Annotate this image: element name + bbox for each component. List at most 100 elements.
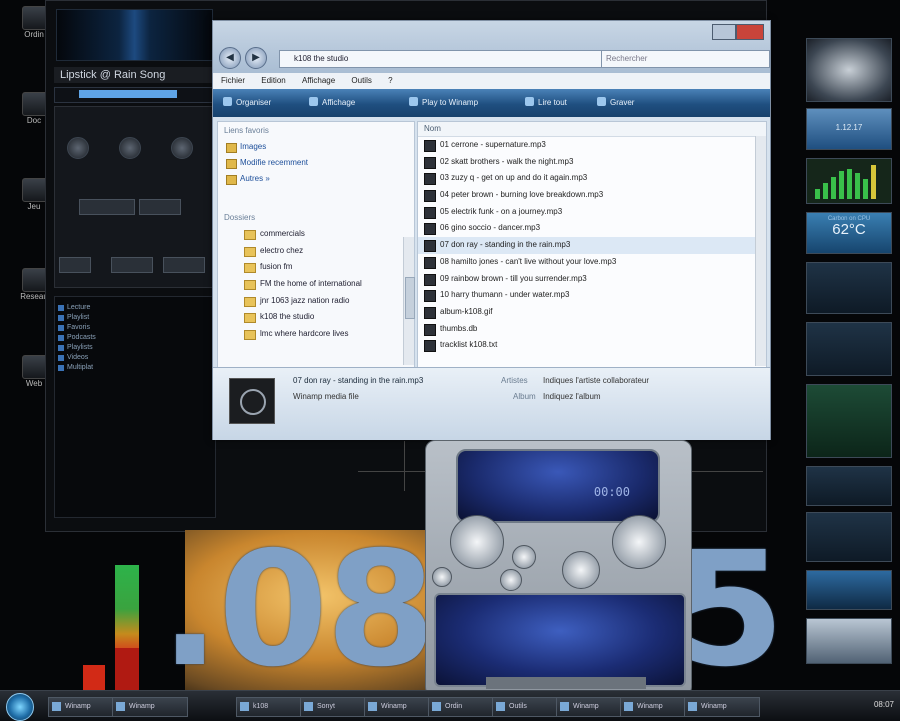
seek-bar-fill	[79, 90, 177, 98]
volume-knob[interactable]	[67, 137, 89, 159]
folder-item[interactable]: k108 the studio	[218, 309, 414, 326]
drive-gadget[interactable]	[806, 512, 892, 562]
equalizer-display	[434, 593, 686, 687]
file-row[interactable]: 02 skatt brothers - walk the night.mp3	[418, 154, 766, 171]
meter-bar	[831, 177, 836, 199]
command-bar: Organiser Affichage Play to Winamp Lire …	[213, 89, 770, 117]
folder-item[interactable]: jnr 1063 jazz nation radio	[218, 293, 414, 310]
details-type: Winamp media file	[293, 392, 359, 401]
burn-button[interactable]: Graver	[597, 97, 634, 107]
tree-item[interactable]: Favoris	[55, 323, 215, 333]
address-bar[interactable]: k108 the studio	[279, 50, 611, 68]
tree-item[interactable]: Playlists	[55, 343, 215, 353]
file-row[interactable]: tracklist k108.txt	[418, 337, 766, 354]
pause-button[interactable]	[512, 545, 536, 569]
stop-button[interactable]	[500, 569, 522, 591]
details-filename: 07 don ray - standing in the rain.mp3	[293, 376, 424, 385]
close-button[interactable]	[736, 24, 764, 40]
date-gadget[interactable]: 1.12.17	[806, 108, 892, 150]
back-button[interactable]: ◀	[219, 47, 241, 69]
file-row[interactable]: 10 harry thumann - under water.mp3	[418, 287, 766, 304]
tree-item[interactable]: Playlist	[55, 313, 215, 323]
folders-scrollbar[interactable]	[403, 237, 415, 365]
organize-button[interactable]: Organiser	[223, 97, 271, 107]
clock-gadget[interactable]	[806, 38, 892, 102]
disk-gadget[interactable]	[806, 466, 892, 506]
details-album-value[interactable]: Indiquez l'album	[543, 392, 601, 401]
nav-link-more[interactable]: Autres »	[218, 171, 414, 187]
file-row[interactable]: 07 don ray - standing in the rain.mp3	[418, 237, 766, 254]
audio-meter-gadget[interactable]	[806, 158, 892, 204]
folder-item[interactable]: fusion fm	[218, 259, 414, 276]
seek-bar[interactable]	[54, 87, 216, 103]
nav-ring-button[interactable]	[612, 515, 666, 569]
menu-item[interactable]: Fichier	[221, 76, 245, 85]
mini-player: 00:00	[425, 440, 692, 697]
forward-button[interactable]: ▶	[245, 47, 267, 69]
menu-item[interactable]: Edition	[261, 76, 285, 85]
winamp-controls-panel	[54, 106, 216, 288]
cpu-gadget[interactable]	[806, 262, 892, 314]
file-row[interactable]: 09 rainbow brown - till you surrender.mp…	[418, 271, 766, 288]
details-artist-label: Artistes	[501, 376, 528, 385]
minimize-button[interactable]	[712, 24, 736, 40]
system-clock[interactable]: 08:07	[874, 700, 894, 709]
file-row[interactable]: 01 cerrone - supernature.mp3	[418, 137, 766, 154]
file-row[interactable]: album-k108.gif	[418, 304, 766, 321]
file-row[interactable]: 06 gino soccio - dancer.mp3	[418, 220, 766, 237]
file-list-scrollbar[interactable]	[755, 136, 766, 366]
file-row[interactable]: 08 hamilto jones - can't live without yo…	[418, 254, 766, 271]
menu-item[interactable]: Affichage	[302, 76, 335, 85]
eject-button[interactable]	[432, 567, 452, 587]
file-row[interactable]: thumbs.db	[418, 321, 766, 338]
divider	[404, 441, 405, 491]
prev-ring-button[interactable]	[450, 515, 504, 569]
meter-bar	[839, 171, 844, 199]
recycle-bin-gadget[interactable]	[806, 618, 892, 664]
nav-link-recent[interactable]: Modifie recemment	[218, 155, 414, 171]
folders-header[interactable]: Dossiers	[218, 209, 414, 226]
memory-gadget[interactable]	[806, 322, 892, 376]
eq-button[interactable]	[79, 199, 135, 215]
views-button[interactable]: Affichage	[309, 97, 355, 107]
folder-item[interactable]: lmc where hardcore lives	[218, 326, 414, 343]
battery-gadget[interactable]	[806, 570, 892, 610]
start-button[interactable]	[6, 693, 34, 721]
play-button[interactable]	[562, 551, 600, 589]
column-header-name[interactable]: Nom	[418, 122, 766, 137]
details-pane: 07 don ray - standing in the rain.mp3 Wi…	[213, 367, 770, 440]
menu-item[interactable]: Outils	[351, 76, 371, 85]
disc-icon	[240, 389, 266, 415]
file-row[interactable]: 04 peter brown - burning love breakdown.…	[418, 187, 766, 204]
meter-bar	[863, 179, 868, 199]
network-gadget[interactable]	[806, 384, 892, 458]
details-artist-value[interactable]: Indiques l'artiste collaborateur	[543, 376, 649, 385]
taskbar-button[interactable]: Winamp	[112, 697, 188, 717]
play-to-winamp-button[interactable]: Play to Winamp	[409, 97, 478, 107]
menu-item[interactable]: ?	[388, 76, 392, 85]
search-input[interactable]: Rechercher	[601, 50, 770, 68]
folder-item[interactable]: FM the home of international	[218, 276, 414, 293]
stop-button[interactable]	[163, 257, 205, 273]
play-button[interactable]	[111, 257, 153, 273]
folder-item[interactable]: commercials	[218, 226, 414, 243]
navigation-pane: Liens favoris Images Modifie recemment A…	[217, 121, 415, 368]
nav-link-images[interactable]: Images	[218, 139, 414, 155]
prev-button[interactable]	[59, 257, 91, 273]
eq-knob[interactable]	[171, 137, 193, 159]
tree-item[interactable]: Lecture	[55, 303, 215, 313]
folder-item[interactable]: electro chez	[218, 243, 414, 260]
file-row[interactable]: 05 electrik funk - on a journey.mp3	[418, 204, 766, 221]
tree-item[interactable]: Videos	[55, 353, 215, 363]
weather-gadget[interactable]: Carbon on CPU 62°C	[806, 212, 892, 254]
playlist-button[interactable]	[139, 199, 181, 215]
tree-item[interactable]: Multiplat	[55, 363, 215, 373]
meter-bar	[815, 189, 820, 199]
balance-knob[interactable]	[119, 137, 141, 159]
taskbar-button[interactable]: Winamp	[684, 697, 760, 717]
scrollbar-thumb[interactable]	[405, 277, 415, 319]
file-row[interactable]: 03 zuzy q - get on up and do it again.mp…	[418, 170, 766, 187]
tree-item[interactable]: Podcasts	[55, 333, 215, 343]
play-all-button[interactable]: Lire tout	[525, 97, 567, 107]
player-button-tray[interactable]	[486, 677, 646, 689]
